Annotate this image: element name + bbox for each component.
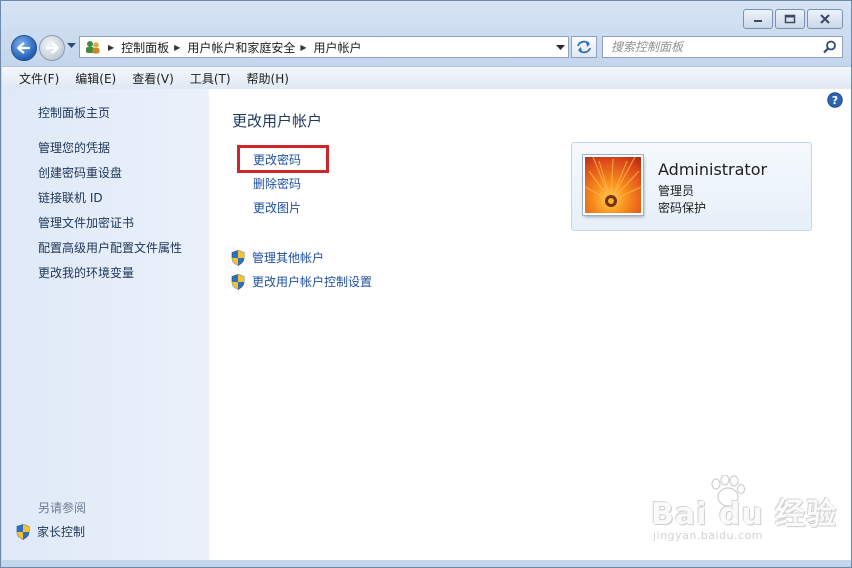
sidebar-item-password-reset-disk[interactable]: 创建密码重设盘	[38, 164, 122, 181]
breadcrumb-user-accounts-family-safety[interactable]: 用户帐户和家庭安全	[187, 39, 295, 56]
menu-view[interactable]: 查看(V)	[124, 70, 182, 87]
remove-password-link[interactable]: 删除密码	[253, 175, 301, 192]
menu-file[interactable]: 文件(F)	[2, 70, 67, 87]
arrow-left-icon	[17, 42, 30, 54]
back-button[interactable]	[11, 35, 37, 61]
breadcrumb-segment[interactable]: ▶ 用户帐户和家庭安全	[169, 39, 295, 56]
task-sidebar: 控制面板主页 管理您的凭据 创建密码重设盘 链接联机 ID 管理文件加密证书 配…	[2, 89, 209, 560]
minimize-icon	[754, 20, 762, 22]
manage-other-accounts-label[interactable]: 管理其他帐户	[252, 249, 324, 266]
watermark-url: jingyan.baidu.com	[653, 529, 764, 542]
search-box[interactable]	[602, 36, 843, 58]
see-also-heading: 另请参阅	[38, 501, 87, 515]
uac-shield-icon	[16, 523, 30, 540]
recent-pages-dropdown-icon[interactable]	[67, 43, 76, 49]
chevron-right-icon[interactable]: ▶	[108, 43, 114, 52]
search-input[interactable]	[603, 37, 813, 57]
uac-shield-icon	[231, 273, 245, 290]
caption-buttons	[743, 9, 843, 29]
svg-text:?: ?	[832, 94, 838, 107]
watermark-brand: Bai du 经验	[651, 497, 838, 532]
breadcrumb-control-panel[interactable]: 控制面板	[121, 39, 169, 56]
flower-avatar-icon	[585, 157, 641, 213]
sidebar-item-manage-credentials[interactable]: 管理您的凭据	[38, 139, 110, 156]
sidebar-item-link-online-id[interactable]: 链接联机 ID	[38, 189, 103, 206]
chevron-right-icon[interactable]: ▶	[300, 43, 306, 52]
uac-settings-label[interactable]: 更改用户帐户控制设置	[252, 273, 372, 290]
uac-settings-link[interactable]: 更改用户帐户控制设置	[231, 273, 372, 290]
help-icon[interactable]: ?	[827, 92, 843, 108]
change-picture-link[interactable]: 更改图片	[253, 199, 301, 216]
maximize-icon	[784, 14, 796, 24]
sidebar-item-control-panel-home[interactable]: 控制面板主页	[38, 104, 110, 121]
account-card: Administrator 管理员 密码保护	[571, 142, 812, 231]
breadcrumb-user-accounts[interactable]: 用户帐户	[314, 39, 362, 56]
close-icon	[820, 14, 830, 24]
avatar[interactable]	[583, 155, 643, 215]
minimize-button[interactable]	[743, 9, 773, 29]
arrow-right-icon	[46, 42, 59, 54]
change-password-link[interactable]: 更改密码	[253, 151, 301, 168]
maximize-button[interactable]	[775, 9, 805, 29]
watermark: Bai du 经验 jingyan.baidu.com	[649, 475, 836, 547]
sidebar-item-parental-controls[interactable]: 家长控制	[16, 523, 85, 540]
sidebar-item-advanced-profile-properties[interactable]: 配置高级用户配置文件属性	[38, 239, 182, 256]
account-role: 管理员	[658, 184, 695, 198]
menu-help[interactable]: 帮助(H)	[239, 70, 297, 87]
breadcrumb-segment[interactable]: ▶ 控制面板	[103, 39, 169, 56]
account-password-status: 密码保护	[658, 201, 707, 215]
address-bar[interactable]: ▶ 控制面板 ▶ 用户帐户和家庭安全 ▶ 用户帐户	[79, 36, 569, 58]
manage-other-accounts-link[interactable]: 管理其他帐户	[231, 249, 324, 266]
menu-bar: 文件(F) 编辑(E) 查看(V) 工具(T) 帮助(H)	[2, 66, 851, 89]
forward-button[interactable]	[39, 35, 65, 61]
breadcrumb-segment[interactable]: ▶ 用户帐户	[295, 39, 361, 56]
menu-tools[interactable]: 工具(T)	[182, 70, 239, 87]
menu-edit[interactable]: 编辑(E)	[67, 70, 124, 87]
search-icon[interactable]	[823, 40, 837, 54]
control-panel-window: ▶ 控制面板 ▶ 用户帐户和家庭安全 ▶ 用户帐户 文件(F) 编辑(E)	[0, 0, 852, 568]
chevron-right-icon[interactable]: ▶	[174, 43, 180, 52]
parental-controls-label[interactable]: 家长控制	[37, 523, 85, 540]
refresh-icon	[577, 40, 591, 54]
sidebar-item-file-encryption-certs[interactable]: 管理文件加密证书	[38, 214, 134, 231]
users-folder-icon	[86, 41, 100, 54]
address-dropdown-icon[interactable]	[556, 41, 565, 53]
sidebar-item-environment-variables[interactable]: 更改我的环境变量	[38, 264, 134, 281]
close-button[interactable]	[807, 9, 843, 29]
uac-shield-icon	[231, 249, 245, 266]
refresh-button[interactable]	[571, 36, 597, 58]
account-name: Administrator	[658, 160, 768, 179]
page-title: 更改用户帐户	[232, 112, 323, 130]
